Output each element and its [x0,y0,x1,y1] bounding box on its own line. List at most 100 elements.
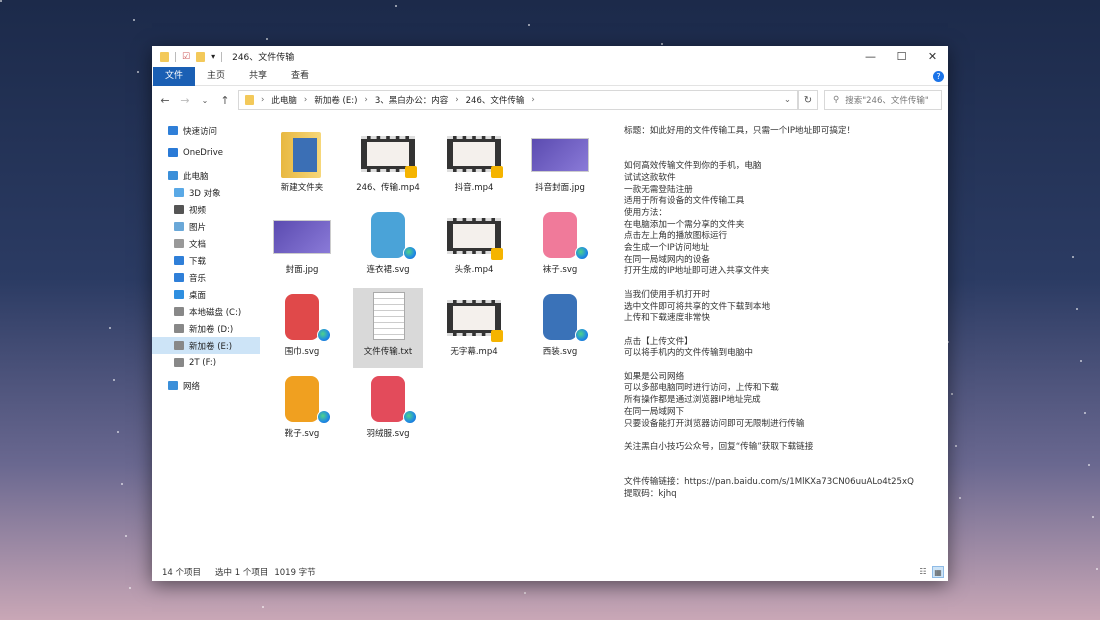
large-icons-view-button[interactable]: ▦ [932,566,944,578]
sidebar-item-label: 文档 [189,239,207,250]
file-item[interactable]: 无字幕.mp4 [439,288,509,368]
file-item[interactable]: 连衣裙.svg [353,206,423,286]
window-title: 246、文件传输 [232,53,295,63]
sidebar-item[interactable]: 图片 [152,218,260,235]
edge-browser-icon [403,246,417,260]
new-folder-icon[interactable] [196,51,206,62]
svg-file-icon [359,210,417,260]
file-item[interactable]: 袜子.svg [525,206,595,286]
help-icon[interactable]: ? [933,71,944,82]
sidebar-item[interactable]: 2T (F:) [152,354,260,371]
edge-browser-icon [317,410,331,424]
close-button[interactable]: ✕ [917,46,948,67]
address-bar[interactable]: › 此电脑 › 新加卷 (E:) › 3、黑白办公：内容 › 246、文件传输 › ⌄ [238,90,798,110]
sidebar-item-icon [174,256,184,265]
file-name: 抖音封面.jpg [535,183,585,193]
chevron-down-icon[interactable]: ⌄ [784,95,791,105]
sidebar-item-icon [174,273,184,282]
edge-browser-icon [575,246,589,260]
file-item[interactable]: 封面.jpg [267,206,337,286]
folder-icon [160,51,169,62]
tab-view[interactable]: 查看 [279,67,321,86]
sidebar-item-label: 2T (F:) [189,357,217,368]
sidebar-item-label: 下载 [189,256,207,267]
tab-home[interactable]: 主页 [195,67,237,86]
file-item[interactable]: 抖音封面.jpg [525,124,595,204]
video-file-icon [445,210,503,260]
details-view-button[interactable]: ☷ [917,566,929,578]
sidebar-item-label: 桌面 [189,290,207,301]
back-button[interactable]: ← [158,94,172,107]
sidebar-item[interactable]: OneDrive [152,144,260,161]
breadcrumb-drive-e[interactable]: 新加卷 (E:) [314,94,357,106]
file-item[interactable]: 围巾.svg [267,288,337,368]
file-item[interactable]: 西装.svg [525,288,595,368]
breadcrumb-this-pc[interactable]: 此电脑 [271,94,297,106]
star-decoration [1096,568,1098,570]
sidebar-item[interactable]: 音乐 [152,269,260,286]
star-decoration [1076,308,1078,310]
file-name: 连衣裙.svg [366,265,410,275]
sidebar-item[interactable]: 新加卷 (E:) [152,337,260,354]
star-decoration [524,592,526,594]
file-item[interactable]: 靴子.svg [267,370,337,450]
star-decoration [395,5,397,7]
file-item[interactable]: 246、传输.mp4 [353,124,423,204]
tab-file[interactable]: 文件 [153,66,196,86]
sidebar-item-label: OneDrive [183,147,223,158]
star-decoration [133,19,135,21]
properties-icon[interactable]: ☑ [182,52,190,62]
video-file-icon [359,128,417,178]
file-name: 靴子.svg [284,429,320,439]
file-name: 文件传输.txt [363,347,413,357]
file-item[interactable]: 新建文件夹 [267,124,337,204]
sidebar-item[interactable]: 新加卷 (D:) [152,320,260,337]
selection-count: 选中 1 个项目 [215,568,269,578]
minimize-button[interactable]: — [855,46,886,67]
customize-toolbar-icon[interactable]: ▾ [211,52,215,61]
star-decoration [266,38,268,40]
sidebar-item[interactable]: 下载 [152,252,260,269]
file-name: 西装.svg [542,347,578,357]
sidebar-item-icon [174,205,184,214]
sidebar-item-icon [174,324,184,333]
file-name: 无字幕.mp4 [450,347,498,357]
file-name: 围巾.svg [284,347,320,357]
recent-locations-button[interactable]: ⌄ [198,96,212,105]
file-item[interactable]: 羽绒服.svg [353,370,423,450]
sidebar-item[interactable]: 视频 [152,201,260,218]
breadcrumb-content[interactable]: 3、黑白办公：内容 [375,94,448,106]
sidebar-item-icon [168,148,178,157]
sidebar-item[interactable]: 桌面 [152,286,260,303]
up-button[interactable]: ↑ [218,94,232,107]
svg-file-icon [531,292,589,342]
sidebar-item-label: 新加卷 (D:) [189,324,234,335]
file-item[interactable]: 头条.mp4 [439,206,509,286]
breadcrumb-current[interactable]: 246、文件传输 [466,94,525,106]
sidebar-item-icon [174,358,184,367]
file-name: 246、传输.mp4 [356,183,420,193]
sidebar-item[interactable]: 此电脑 [152,167,260,184]
sidebar-item-label: 本地磁盘 (C:) [189,307,242,318]
file-item[interactable]: 文件传输.txt [353,288,423,368]
star-decoration [951,393,953,395]
star-decoration [125,535,127,537]
file-item[interactable]: 抖音.mp4 [439,124,509,204]
edge-browser-icon [317,328,331,342]
sidebar-item[interactable]: 本地磁盘 (C:) [152,303,260,320]
sidebar-item-label: 此电脑 [183,171,209,182]
sidebar-item[interactable]: 3D 对象 [152,184,260,201]
refresh-button[interactable]: ↻ [798,90,818,110]
tab-share[interactable]: 共享 [237,67,279,86]
star-decoration [955,445,957,447]
sidebar-item[interactable]: 快速访问 [152,122,260,139]
sidebar-item[interactable]: 文档 [152,235,260,252]
sidebar-item[interactable]: 网络 [152,377,260,394]
maximize-button[interactable]: ☐ [886,46,917,67]
file-name: 羽绒服.svg [366,429,410,439]
forward-button[interactable]: → [178,94,192,107]
star-decoration [528,24,530,26]
star-decoration [1092,516,1094,518]
search-input[interactable]: ⚲ 搜索"246、文件传输" [824,90,942,110]
star-decoration [262,606,264,608]
